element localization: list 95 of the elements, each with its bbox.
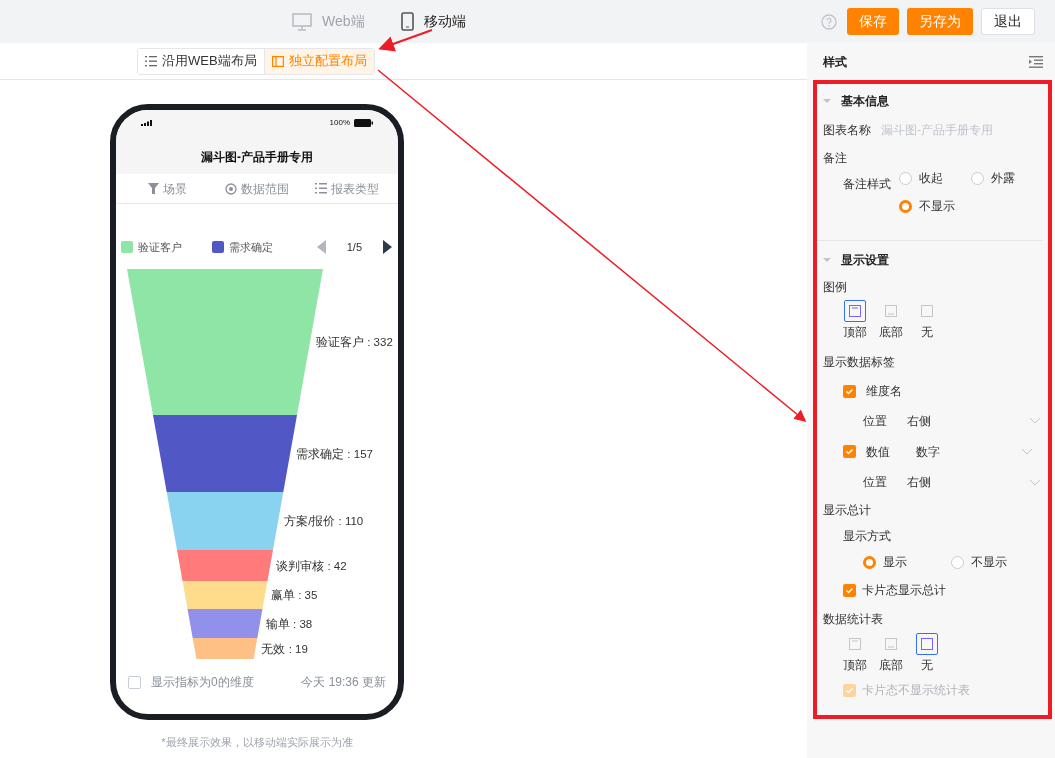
caret-down-icon[interactable]	[823, 97, 831, 105]
radio-label: 外露	[991, 170, 1015, 187]
segment-label: 方案/报价 : 110	[284, 515, 364, 527]
signal-icon	[141, 120, 153, 126]
section-title: 基本信息	[841, 93, 889, 110]
list-icon	[145, 55, 157, 67]
position-select[interactable]: 右侧	[907, 411, 1041, 430]
phone-title: 漏斗图-产品手册专用	[200, 149, 314, 166]
bottom-bar-layout-icon	[885, 638, 897, 650]
monitor-icon	[292, 12, 312, 31]
segment-label: 谈判审核 : 42	[276, 559, 347, 572]
phone-icon	[400, 12, 414, 31]
filter-tab[interactable]: 场景	[122, 179, 212, 198]
segment-label: 验证客户 : 332	[316, 336, 393, 348]
action-button[interactable]: 另存为	[907, 8, 973, 35]
position-label: 无	[921, 324, 933, 341]
radio-label: 不显示	[971, 554, 1007, 571]
filter-tab[interactable]: 数据范围	[212, 179, 302, 198]
checkbox[interactable]	[843, 384, 856, 398]
radio-button[interactable]	[899, 199, 912, 213]
preview-note: *最终展示效果，以移动端实际展示为准	[160, 735, 354, 750]
checkmark-icon	[845, 585, 854, 595]
checkmark-icon	[845, 386, 854, 396]
next-page-icon[interactable]	[383, 240, 392, 254]
field-label: 数据统计表	[823, 611, 883, 628]
checkbox[interactable]	[128, 675, 141, 689]
list-icon	[315, 183, 327, 194]
position-label: 顶部	[843, 657, 867, 674]
segment-label: 输单 : 38	[265, 617, 313, 630]
field-label: 图例	[823, 279, 847, 296]
field-label: 备注样式	[843, 176, 891, 193]
help-icon[interactable]	[821, 13, 837, 30]
segment-label: 需求确定 : 157	[296, 447, 373, 460]
radio-label: 不显示	[919, 198, 955, 215]
checkbox[interactable]	[843, 445, 856, 458]
radio-label: 收起	[919, 170, 943, 187]
update-time: 今天 19:36 更新	[301, 674, 386, 691]
checkbox-label: 卡片态显示总计	[862, 582, 946, 599]
radio-button[interactable]	[863, 555, 876, 569]
battery-level: 100%	[329, 117, 350, 129]
empty-square-icon	[921, 305, 933, 317]
field-label: 备注	[823, 150, 847, 167]
checkbox-label: 显示指标为0的维度	[151, 674, 254, 691]
annotation-arrow	[378, 29, 433, 52]
legend-label: 需求确定	[229, 239, 273, 255]
position-label: 顶部	[843, 324, 867, 341]
position-label: 无	[921, 657, 933, 674]
section-title: 显示设置	[841, 252, 889, 269]
checkmark-icon	[845, 447, 854, 456]
field-label: 显示方式	[843, 528, 891, 545]
position-option[interactable]	[844, 300, 866, 322]
radio-button[interactable]	[971, 171, 984, 185]
field-label: 位置	[863, 412, 888, 430]
chevron-down-icon	[1029, 478, 1041, 486]
position-label: 底部	[879, 657, 903, 674]
position-select[interactable]: 右侧	[907, 473, 1041, 491]
filter-icon	[147, 183, 159, 194]
target-icon	[225, 182, 237, 195]
segment-label: 赢单 : 35	[270, 589, 318, 601]
chevron-down-icon	[1021, 448, 1033, 455]
layout-icon	[271, 55, 284, 67]
field-label: 显示总计	[823, 502, 871, 519]
radio-label: 显示	[883, 554, 907, 571]
format-select[interactable]: 数字	[916, 442, 1033, 461]
page-indicator: 1/5	[346, 239, 362, 255]
layout-option[interactable]: 独立配置布局	[263, 48, 374, 74]
action-button[interactable]: 保存	[847, 8, 899, 35]
top-bar-layout-icon	[849, 638, 861, 650]
checkmark-icon	[845, 685, 854, 695]
chevron-down-icon	[1029, 417, 1041, 424]
field-label: 显示数据标签	[823, 354, 895, 371]
checkbox-label: 维度名	[866, 383, 902, 400]
checkbox-label: 数值	[866, 443, 891, 461]
platform-tab[interactable]: 移动端	[400, 11, 466, 32]
top-bar-layout-icon	[849, 305, 861, 317]
collapse-panel-icon[interactable]	[1029, 55, 1043, 68]
checkbox[interactable]	[843, 583, 856, 597]
radio-button[interactable]	[899, 171, 912, 185]
previous-page-icon[interactable]	[316, 240, 326, 254]
field-label: 图表名称	[823, 122, 871, 139]
filter-tab[interactable]: 报表类型	[302, 179, 392, 198]
empty-square-icon	[921, 638, 933, 650]
position-label: 底部	[879, 324, 903, 341]
action-button[interactable]: 退出	[981, 8, 1035, 35]
bottom-bar-layout-icon	[885, 305, 897, 317]
segment-label: 无效 : 19	[261, 642, 308, 655]
battery-icon	[354, 119, 373, 127]
platform-tab[interactable]: Web端	[292, 11, 365, 32]
legend-label: 验证客户	[138, 239, 182, 255]
radio-button[interactable]	[951, 555, 964, 569]
checkbox-label: 卡片态不显示统计表	[862, 682, 970, 699]
field-label: 位置	[863, 474, 888, 491]
caret-down-icon[interactable]	[823, 256, 831, 264]
position-option[interactable]	[916, 633, 938, 655]
panel-title: 样式	[823, 53, 847, 71]
